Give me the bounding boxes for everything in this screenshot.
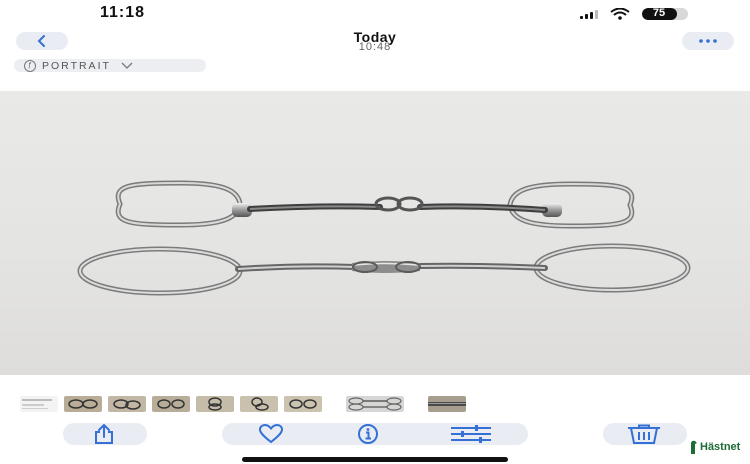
info-icon[interactable]	[355, 424, 381, 444]
battery-level: 75	[652, 8, 666, 19]
thumbnail[interactable]	[428, 396, 466, 412]
portrait-mode-toggle[interactable]: ƒ PORTRAIT	[14, 59, 206, 72]
chevron-down-icon	[121, 62, 133, 69]
hastnet-watermark: Hästnet	[690, 440, 740, 454]
thumbnail[interactable]	[64, 396, 102, 412]
thumbnail[interactable]	[108, 396, 146, 412]
aperture-icon: ƒ	[24, 59, 36, 72]
more-dots-icon	[699, 39, 717, 43]
horse-logo-icon	[691, 440, 697, 454]
status-time: 11:18	[100, 4, 146, 21]
thumbnail[interactable]	[284, 396, 322, 412]
heart-icon[interactable]	[258, 424, 284, 444]
watermark-text: Hästnet	[700, 441, 741, 453]
share-icon[interactable]	[92, 424, 116, 444]
thumbnail[interactable]	[240, 396, 278, 412]
adjust-sliders-icon[interactable]	[449, 424, 493, 444]
battery-indicator: 75	[642, 8, 688, 20]
nav-subtitle: 10:48	[358, 41, 392, 53]
cellular-signal-icon	[580, 9, 598, 19]
horse-bits-image	[77, 180, 691, 296]
thumbnail[interactable]	[20, 396, 58, 412]
status-indicators: 75	[580, 8, 688, 20]
main-photo[interactable]	[0, 91, 750, 375]
thumbnail[interactable]	[152, 396, 190, 412]
more-button[interactable]	[682, 32, 734, 50]
thumbnail-selected[interactable]	[346, 396, 404, 412]
thumbnail[interactable]	[196, 396, 234, 412]
portrait-label: PORTRAIT	[42, 59, 111, 72]
home-indicator[interactable]	[242, 457, 508, 462]
trash-icon[interactable]	[626, 424, 662, 444]
wifi-icon	[610, 8, 630, 20]
